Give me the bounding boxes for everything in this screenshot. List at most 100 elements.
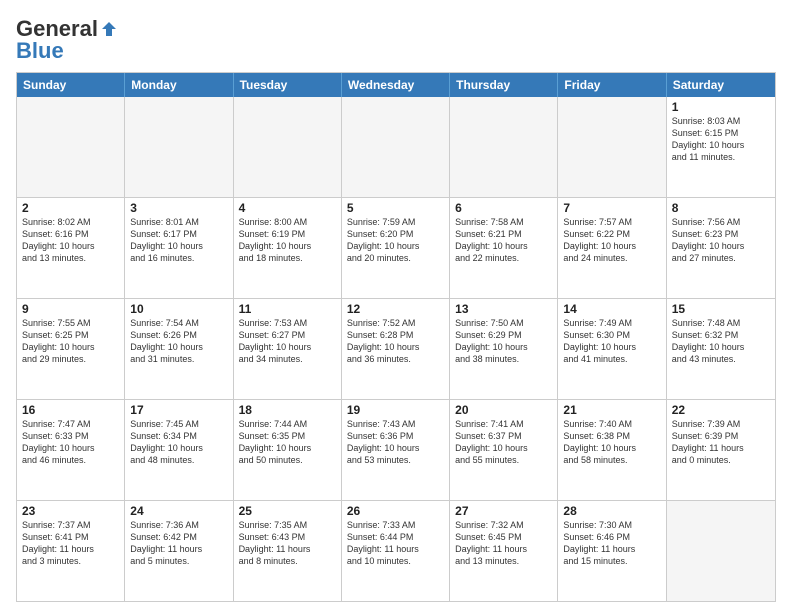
cell-info: Sunrise: 7:58 AM Sunset: 6:21 PM Dayligh… — [455, 216, 552, 265]
day-number: 14 — [563, 302, 660, 316]
page: General Blue Sunday Monday Tuesday Wedne… — [0, 0, 792, 612]
day-number: 19 — [347, 403, 444, 417]
week-row-1: 2Sunrise: 8:02 AM Sunset: 6:16 PM Daylig… — [17, 198, 775, 299]
week-row-2: 9Sunrise: 7:55 AM Sunset: 6:25 PM Daylig… — [17, 299, 775, 400]
logo-blue: Blue — [16, 38, 64, 64]
cal-cell-3-2: 18Sunrise: 7:44 AM Sunset: 6:35 PM Dayli… — [234, 400, 342, 500]
cal-cell-3-4: 20Sunrise: 7:41 AM Sunset: 6:37 PM Dayli… — [450, 400, 558, 500]
cell-info: Sunrise: 7:45 AM Sunset: 6:34 PM Dayligh… — [130, 418, 227, 467]
day-number: 28 — [563, 504, 660, 518]
logo: General Blue — [16, 16, 118, 64]
cell-info: Sunrise: 7:44 AM Sunset: 6:35 PM Dayligh… — [239, 418, 336, 467]
day-number: 9 — [22, 302, 119, 316]
cal-cell-3-3: 19Sunrise: 7:43 AM Sunset: 6:36 PM Dayli… — [342, 400, 450, 500]
day-number: 8 — [672, 201, 770, 215]
day-number: 20 — [455, 403, 552, 417]
day-number: 26 — [347, 504, 444, 518]
cell-info: Sunrise: 7:39 AM Sunset: 6:39 PM Dayligh… — [672, 418, 770, 467]
day-number: 15 — [672, 302, 770, 316]
cal-cell-4-2: 25Sunrise: 7:35 AM Sunset: 6:43 PM Dayli… — [234, 501, 342, 601]
cal-cell-1-4: 6Sunrise: 7:58 AM Sunset: 6:21 PM Daylig… — [450, 198, 558, 298]
cal-cell-4-6 — [667, 501, 775, 601]
cal-cell-3-5: 21Sunrise: 7:40 AM Sunset: 6:38 PM Dayli… — [558, 400, 666, 500]
day-number: 7 — [563, 201, 660, 215]
week-row-3: 16Sunrise: 7:47 AM Sunset: 6:33 PM Dayli… — [17, 400, 775, 501]
cell-info: Sunrise: 7:37 AM Sunset: 6:41 PM Dayligh… — [22, 519, 119, 568]
cell-info: Sunrise: 7:35 AM Sunset: 6:43 PM Dayligh… — [239, 519, 336, 568]
day-number: 17 — [130, 403, 227, 417]
cell-info: Sunrise: 7:43 AM Sunset: 6:36 PM Dayligh… — [347, 418, 444, 467]
cal-cell-1-0: 2Sunrise: 8:02 AM Sunset: 6:16 PM Daylig… — [17, 198, 125, 298]
day-number: 22 — [672, 403, 770, 417]
cell-info: Sunrise: 8:00 AM Sunset: 6:19 PM Dayligh… — [239, 216, 336, 265]
cell-info: Sunrise: 7:36 AM Sunset: 6:42 PM Dayligh… — [130, 519, 227, 568]
cell-info: Sunrise: 8:02 AM Sunset: 6:16 PM Dayligh… — [22, 216, 119, 265]
day-number: 21 — [563, 403, 660, 417]
cal-cell-4-4: 27Sunrise: 7:32 AM Sunset: 6:45 PM Dayli… — [450, 501, 558, 601]
cal-cell-0-4 — [450, 97, 558, 197]
cell-info: Sunrise: 7:41 AM Sunset: 6:37 PM Dayligh… — [455, 418, 552, 467]
day-number: 10 — [130, 302, 227, 316]
day-number: 13 — [455, 302, 552, 316]
day-number: 27 — [455, 504, 552, 518]
day-number: 4 — [239, 201, 336, 215]
day-number: 18 — [239, 403, 336, 417]
calendar-body: 1Sunrise: 8:03 AM Sunset: 6:15 PM Daylig… — [17, 97, 775, 601]
header-sunday: Sunday — [17, 73, 125, 97]
cal-cell-0-6: 1Sunrise: 8:03 AM Sunset: 6:15 PM Daylig… — [667, 97, 775, 197]
cal-cell-1-3: 5Sunrise: 7:59 AM Sunset: 6:20 PM Daylig… — [342, 198, 450, 298]
calendar: Sunday Monday Tuesday Wednesday Thursday… — [16, 72, 776, 602]
cal-cell-3-6: 22Sunrise: 7:39 AM Sunset: 6:39 PM Dayli… — [667, 400, 775, 500]
header-tuesday: Tuesday — [234, 73, 342, 97]
cal-cell-1-2: 4Sunrise: 8:00 AM Sunset: 6:19 PM Daylig… — [234, 198, 342, 298]
cal-cell-2-1: 10Sunrise: 7:54 AM Sunset: 6:26 PM Dayli… — [125, 299, 233, 399]
cal-cell-4-0: 23Sunrise: 7:37 AM Sunset: 6:41 PM Dayli… — [17, 501, 125, 601]
cal-cell-1-6: 8Sunrise: 7:56 AM Sunset: 6:23 PM Daylig… — [667, 198, 775, 298]
day-number: 23 — [22, 504, 119, 518]
day-number: 11 — [239, 302, 336, 316]
day-number: 16 — [22, 403, 119, 417]
week-row-4: 23Sunrise: 7:37 AM Sunset: 6:41 PM Dayli… — [17, 501, 775, 601]
day-number: 25 — [239, 504, 336, 518]
cell-info: Sunrise: 7:53 AM Sunset: 6:27 PM Dayligh… — [239, 317, 336, 366]
cell-info: Sunrise: 7:33 AM Sunset: 6:44 PM Dayligh… — [347, 519, 444, 568]
cal-cell-1-5: 7Sunrise: 7:57 AM Sunset: 6:22 PM Daylig… — [558, 198, 666, 298]
cal-cell-0-5 — [558, 97, 666, 197]
cell-info: Sunrise: 7:54 AM Sunset: 6:26 PM Dayligh… — [130, 317, 227, 366]
cell-info: Sunrise: 8:01 AM Sunset: 6:17 PM Dayligh… — [130, 216, 227, 265]
cal-cell-4-5: 28Sunrise: 7:30 AM Sunset: 6:46 PM Dayli… — [558, 501, 666, 601]
calendar-header: Sunday Monday Tuesday Wednesday Thursday… — [17, 73, 775, 97]
day-number: 3 — [130, 201, 227, 215]
day-number: 5 — [347, 201, 444, 215]
header-thursday: Thursday — [450, 73, 558, 97]
cal-cell-0-0 — [17, 97, 125, 197]
cell-info: Sunrise: 7:40 AM Sunset: 6:38 PM Dayligh… — [563, 418, 660, 467]
header-wednesday: Wednesday — [342, 73, 450, 97]
cal-cell-2-3: 12Sunrise: 7:52 AM Sunset: 6:28 PM Dayli… — [342, 299, 450, 399]
header: General Blue — [16, 16, 776, 64]
cal-cell-3-1: 17Sunrise: 7:45 AM Sunset: 6:34 PM Dayli… — [125, 400, 233, 500]
cell-info: Sunrise: 7:52 AM Sunset: 6:28 PM Dayligh… — [347, 317, 444, 366]
cell-info: Sunrise: 7:30 AM Sunset: 6:46 PM Dayligh… — [563, 519, 660, 568]
header-monday: Monday — [125, 73, 233, 97]
logo-icon — [100, 20, 118, 38]
cal-cell-4-1: 24Sunrise: 7:36 AM Sunset: 6:42 PM Dayli… — [125, 501, 233, 601]
day-number: 6 — [455, 201, 552, 215]
cell-info: Sunrise: 8:03 AM Sunset: 6:15 PM Dayligh… — [672, 115, 770, 164]
cell-info: Sunrise: 7:50 AM Sunset: 6:29 PM Dayligh… — [455, 317, 552, 366]
cal-cell-2-6: 15Sunrise: 7:48 AM Sunset: 6:32 PM Dayli… — [667, 299, 775, 399]
cal-cell-3-0: 16Sunrise: 7:47 AM Sunset: 6:33 PM Dayli… — [17, 400, 125, 500]
cal-cell-2-4: 13Sunrise: 7:50 AM Sunset: 6:29 PM Dayli… — [450, 299, 558, 399]
cell-info: Sunrise: 7:59 AM Sunset: 6:20 PM Dayligh… — [347, 216, 444, 265]
day-number: 2 — [22, 201, 119, 215]
cal-cell-0-2 — [234, 97, 342, 197]
cell-info: Sunrise: 7:57 AM Sunset: 6:22 PM Dayligh… — [563, 216, 660, 265]
cal-cell-1-1: 3Sunrise: 8:01 AM Sunset: 6:17 PM Daylig… — [125, 198, 233, 298]
cal-cell-2-5: 14Sunrise: 7:49 AM Sunset: 6:30 PM Dayli… — [558, 299, 666, 399]
cal-cell-4-3: 26Sunrise: 7:33 AM Sunset: 6:44 PM Dayli… — [342, 501, 450, 601]
week-row-0: 1Sunrise: 8:03 AM Sunset: 6:15 PM Daylig… — [17, 97, 775, 198]
cell-info: Sunrise: 7:47 AM Sunset: 6:33 PM Dayligh… — [22, 418, 119, 467]
cal-cell-2-2: 11Sunrise: 7:53 AM Sunset: 6:27 PM Dayli… — [234, 299, 342, 399]
header-friday: Friday — [558, 73, 666, 97]
cell-info: Sunrise: 7:32 AM Sunset: 6:45 PM Dayligh… — [455, 519, 552, 568]
